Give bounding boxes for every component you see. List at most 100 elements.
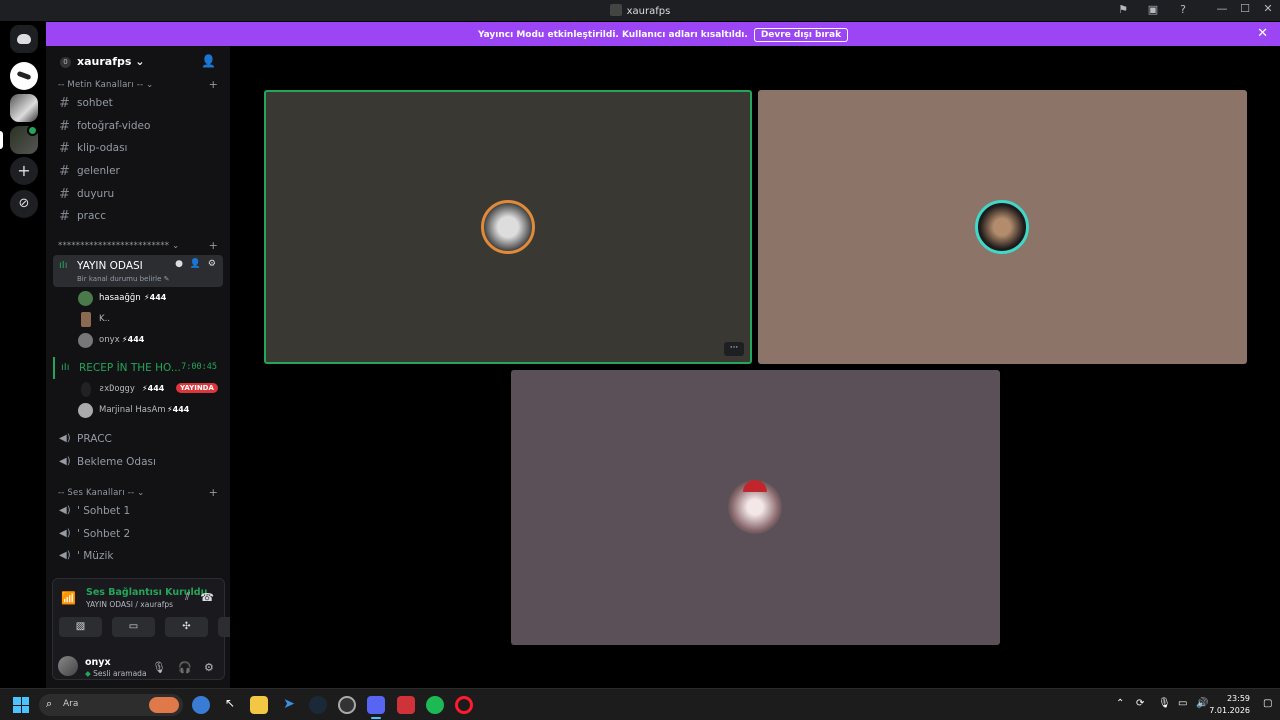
server-icon-2[interactable] — [10, 94, 38, 122]
cursor-app-icon[interactable]: ↖ — [221, 696, 239, 714]
channel-tools[interactable]: ● 👤 ⚙ — [175, 259, 218, 269]
voice-user[interactable]: hasaağğn ⚡444 — [76, 289, 216, 309]
invite-icon[interactable]: 👤 — [201, 54, 216, 68]
close-button[interactable]: ✕ — [1256, 2, 1280, 15]
participant-tile-speaking[interactable]: ··· — [264, 90, 752, 364]
sync-icon[interactable]: ⟳ — [1136, 698, 1144, 709]
channel-sohbet[interactable]: # sohbet — [53, 92, 223, 114]
user-avatar[interactable] — [58, 656, 78, 676]
voice-active-indicator — [27, 125, 38, 136]
app-with-notification-icon[interactable] — [338, 696, 356, 714]
channel-duyuru[interactable]: # duyuru — [53, 183, 223, 205]
channel-status[interactable]: Bir kanal durumu belirle ✎ — [77, 275, 170, 283]
voice-channel-pracc[interactable]: ◀) PRACC — [53, 428, 223, 450]
spotify-icon[interactable] — [426, 696, 444, 714]
settings-app-icon[interactable] — [192, 696, 210, 714]
voice-user[interactable]: K.. — [76, 310, 216, 330]
voice-channel-sohbet-2[interactable]: ◀) ' Sohbet 2 — [53, 523, 223, 545]
voice-live-icon: ıIı — [59, 260, 68, 271]
more-options-icon[interactable]: ··· — [724, 342, 744, 356]
category-stars[interactable]: ************************* ⌄ + — [58, 239, 218, 252]
settings-icon[interactable]: ⚙ — [204, 661, 214, 674]
voice-user[interactable]: onyx ⚡444 — [76, 331, 216, 351]
channel-fotograf-video[interactable]: # fotoğraf-video — [53, 115, 223, 137]
start-button[interactable] — [13, 697, 29, 713]
search-icon: ⌕ — [46, 697, 53, 710]
volume-icon[interactable]: 🔊 — [1196, 698, 1208, 709]
server-header[interactable]: 0 xaurafps ⌄ 👤 — [46, 46, 230, 78]
steam-icon[interactable] — [309, 696, 327, 714]
red-app-icon[interactable] — [397, 696, 415, 714]
notifications-icon[interactable]: ▢ — [1263, 698, 1272, 709]
channel-pracc[interactable]: # pracc — [53, 205, 223, 227]
taskbar-search[interactable]: ⌕ Ara — [39, 694, 183, 716]
banner-message: Yayıncı Modu etkinleştirildi. Kullanıcı … — [477, 30, 748, 40]
voice-channel-muzik[interactable]: ◀) ' Müzik — [53, 545, 223, 567]
streamer-mode-banner: Yayıncı Modu etkinleştirildi. Kullanıcı … — [46, 22, 1280, 46]
microphone-icon[interactable]: 🎙 — [152, 661, 166, 674]
home-button[interactable] — [10, 25, 38, 53]
minimize-button[interactable]: — — [1210, 2, 1234, 15]
participant-avatar — [481, 200, 535, 254]
active-server-pill — [0, 131, 3, 149]
screen-share-button[interactable]: ▭ — [112, 617, 155, 637]
signal-icon[interactable]: 📶 — [61, 591, 77, 607]
add-server-button[interactable]: + — [10, 157, 38, 185]
server-name: xaurafps ⌄ — [77, 55, 145, 68]
activities-button[interactable]: ✣ — [165, 617, 208, 637]
user-name[interactable]: onyx — [85, 657, 111, 668]
voice-channel-yayin-odasi[interactable]: ıIı YAYIN ODASI ● 👤 ⚙ Bir kanal durumu b… — [53, 255, 223, 287]
participant-tile[interactable] — [758, 90, 1247, 364]
server-list: + ⊘ — [0, 21, 46, 688]
speaker-icon: ◀) — [59, 550, 71, 561]
arrow-app-icon[interactable]: ➤ — [280, 696, 298, 714]
category-voice[interactable]: -- Ses Kanalları -- ⌄ + — [58, 486, 218, 499]
voice-channel-sohbet-1[interactable]: ◀) ' Sohbet 1 — [53, 500, 223, 522]
voice-channel-bekleme[interactable]: ◀) Bekleme Odası — [53, 451, 223, 473]
explore-button[interactable]: ⊘ — [10, 190, 38, 218]
discord-taskbar-icon[interactable] — [367, 696, 385, 719]
boost-tag: ⚡444 — [167, 405, 190, 414]
avatar — [78, 403, 93, 418]
hash-icon: # — [59, 119, 70, 134]
add-channel-icon[interactable]: + — [209, 486, 218, 499]
disconnect-icon[interactable]: ☎ — [200, 591, 214, 604]
headset-icon[interactable]: 🎧 — [178, 661, 192, 674]
maximize-button[interactable]: ☐ — [1233, 2, 1257, 15]
noise-suppression-icon[interactable]: ⫽ — [185, 590, 190, 604]
voice-user[interactable]: Marjinal HasAm ⚡444 — [76, 401, 216, 421]
search-highlight-image — [149, 697, 179, 713]
channel-sidebar: 0 xaurafps ⌄ 👤 -- Metin Kanalları -- ⌄ + … — [46, 46, 260, 688]
participant-avatar — [975, 200, 1029, 254]
flag-icon[interactable]: ⚑ — [1116, 3, 1130, 17]
network-icon[interactable]: ▭ — [1178, 698, 1187, 709]
channel-klip-odasi[interactable]: # klip-odası — [53, 137, 223, 159]
opera-icon[interactable] — [455, 696, 473, 714]
hash-icon: # — [59, 141, 70, 156]
add-channel-icon[interactable]: + — [209, 239, 218, 252]
help-icon[interactable]: ? — [1176, 3, 1190, 17]
server-badge: 0 — [60, 57, 71, 68]
voice-user[interactable]: ƨxDoggy ⚡444 YAYINDA — [76, 380, 218, 400]
microphone-tray-icon[interactable]: 🎙 — [1158, 698, 1171, 709]
chevron-up-icon[interactable]: ⌃ — [1116, 698, 1124, 709]
category-text[interactable]: -- Metin Kanalları -- ⌄ + — [58, 78, 218, 91]
camera-off-button[interactable]: ▧ — [59, 617, 102, 637]
banner-close-icon[interactable]: ✕ — [1257, 26, 1268, 41]
server-icon-plane[interactable] — [10, 62, 38, 90]
voice-channel-recep[interactable]: ıIı RECEP İN THE HO... 7:00:45 — [53, 357, 223, 379]
participant-tile[interactable] — [511, 370, 1000, 645]
avatar — [78, 291, 93, 306]
add-channel-icon[interactable]: + — [209, 78, 218, 91]
file-explorer-icon[interactable] — [250, 696, 268, 714]
inbox-icon[interactable]: ▣ — [1146, 3, 1160, 17]
system-clock[interactable]: 23:59 7.01.2026 — [1209, 693, 1250, 717]
window-title: xaurafps — [0, 4, 1280, 17]
user-status: ◆ Sesli aramada — [85, 669, 147, 678]
hash-icon: # — [59, 209, 70, 224]
voice-connected-channel[interactable]: YAYIN ODASI / xaurafps — [86, 600, 173, 609]
user-row: onyx ◆ Sesli aramada 🎙 🎧 ⚙ — [52, 654, 225, 682]
disable-streamer-mode-button[interactable]: Devre dışı bırak — [753, 28, 849, 42]
user-panel: onyx ◆ Sesli aramada 🎙 🎧 ⚙ — [52, 650, 225, 686]
channel-gelenler[interactable]: # gelenler — [53, 160, 223, 182]
